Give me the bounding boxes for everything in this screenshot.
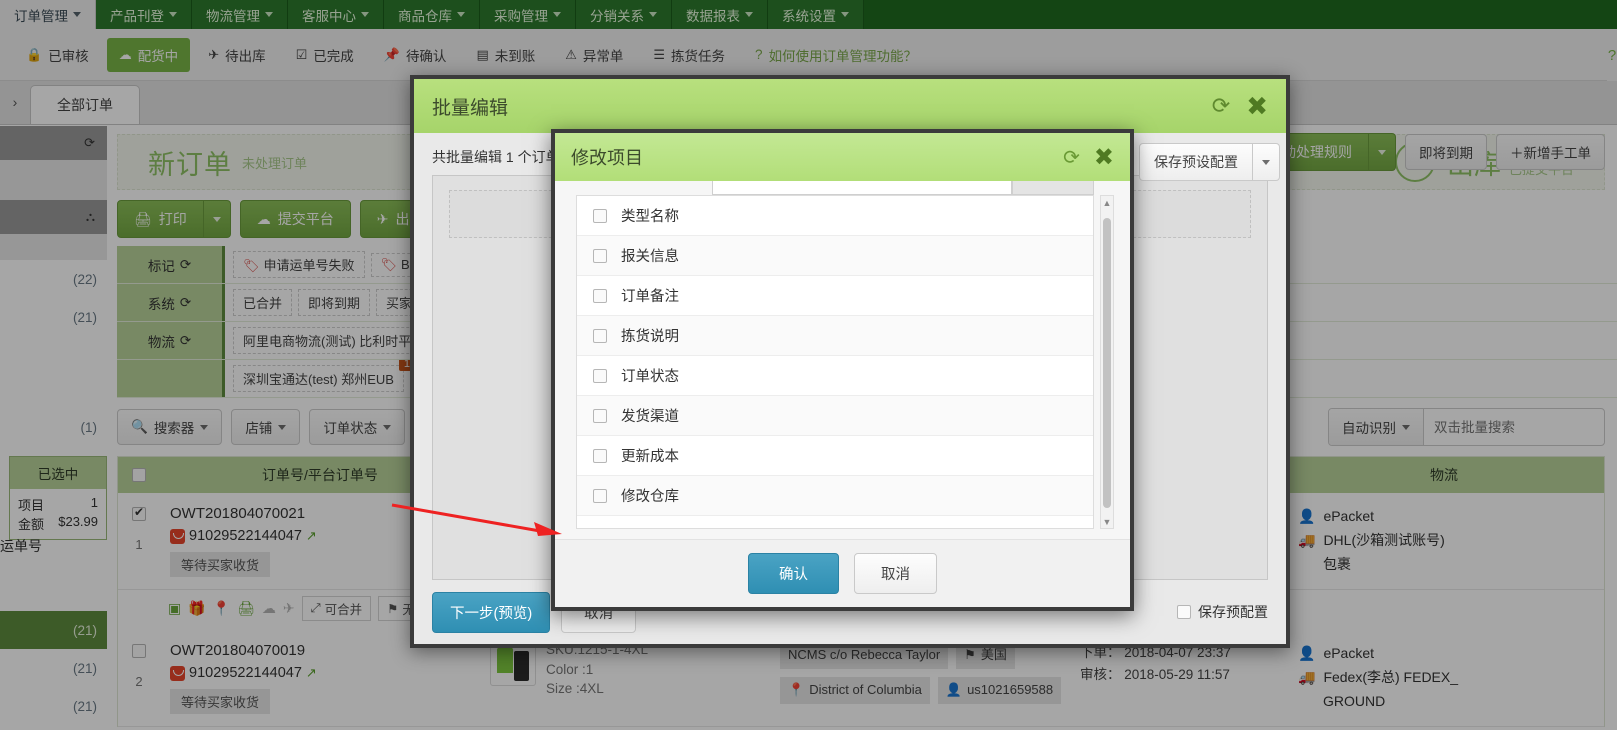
save-preset-config-dropdown[interactable]: 保存预设配置 (1139, 143, 1280, 181)
modify-item-label: 更新成本 (621, 449, 679, 465)
modify-item-checkbox[interactable] (593, 448, 607, 463)
modify-item-4[interactable]: 订单状态 (577, 356, 1093, 396)
close-icon[interactable]: ✖ (1246, 91, 1268, 122)
scroll-up-icon[interactable]: ▲ (1101, 196, 1113, 209)
save-preset-label: 保存预配置 (1198, 604, 1268, 620)
refresh-icon[interactable]: ⟳ (1212, 93, 1230, 119)
next-preview-button[interactable]: 下一步(预览) (432, 591, 551, 633)
save-preset-config-button[interactable]: 保存预设配置 (1139, 143, 1253, 181)
scrolled-off-search-row (576, 181, 1094, 195)
modify-item-label: 报关信息 (621, 249, 679, 265)
modify-items-scroll-area: 类型名称报关信息订单备注拣货说明订单状态发货渠道更新成本修改仓库重新下载产品图片… (555, 181, 1130, 539)
item-search-input[interactable] (712, 181, 1012, 195)
modify-item-label: 修改仓库 (621, 489, 679, 505)
modify-item-label: 订单状态 (621, 369, 679, 385)
batch-edit-modal-actions: ⟳ ✖ (1212, 91, 1268, 122)
confirm-button[interactable]: 确认 (748, 553, 839, 594)
modify-items-list: 类型名称报关信息订单备注拣货说明订单状态发货渠道更新成本修改仓库重新下载产品图片 (576, 195, 1094, 529)
modify-item-label: 订单备注 (621, 289, 679, 305)
modify-item-8[interactable]: 重新下载产品图片 (577, 516, 1093, 529)
chevron-down-icon (1262, 159, 1270, 165)
scrollbar-thumb[interactable] (1103, 218, 1111, 508)
modify-item-label: 类型名称 (621, 209, 679, 225)
modify-item-1[interactable]: 报关信息 (577, 236, 1093, 276)
refresh-icon[interactable]: ⟳ (1063, 145, 1080, 170)
item-search-button[interactable] (1012, 181, 1094, 195)
modify-item-checkbox[interactable] (593, 208, 607, 223)
modify-item-0[interactable]: 类型名称 (577, 196, 1093, 236)
batch-edit-modal-header: 批量编辑 ⟳ ✖ (414, 79, 1286, 133)
modify-item-label: 拣货说明 (621, 329, 679, 345)
modify-item-checkbox[interactable] (593, 288, 607, 303)
modify-item-checkbox[interactable] (595, 527, 605, 529)
modify-items-modal-title: 修改项目 (571, 148, 643, 168)
modify-item-checkbox[interactable] (593, 368, 607, 383)
modify-items-modal-actions: ⟳ ✖ (1063, 143, 1114, 172)
inner-cancel-button[interactable]: 取消 (854, 553, 937, 594)
modify-items-footer: 确认 取消 (555, 539, 1130, 607)
batch-edit-modal-title: 批量编辑 (432, 97, 509, 119)
save-preset-group[interactable]: 保存预配置 (1177, 602, 1268, 622)
modify-item-checkbox[interactable] (593, 328, 607, 343)
modify-item-label: 发货渠道 (621, 409, 679, 425)
modify-item-label: 重新下载产品图片 (621, 525, 737, 528)
modify-item-5[interactable]: 发货渠道 (577, 396, 1093, 436)
modify-items-modal-header: 修改项目 ⟳ ✖ (555, 133, 1130, 181)
modify-item-2[interactable]: 订单备注 (577, 276, 1093, 316)
modify-item-checkbox[interactable] (593, 488, 607, 503)
modify-items-modal: 修改项目 ⟳ ✖ 类型名称报关信息订单备注拣货说明订单状态发货渠道更新成本修改仓… (551, 129, 1134, 611)
save-preset-checkbox[interactable] (1177, 605, 1191, 619)
close-icon[interactable]: ✖ (1094, 143, 1114, 172)
modify-item-checkbox[interactable] (593, 408, 607, 423)
modify-item-7[interactable]: 修改仓库 (577, 476, 1093, 516)
modify-item-6[interactable]: 更新成本 (577, 436, 1093, 476)
scroll-down-icon[interactable]: ▼ (1101, 515, 1113, 528)
modify-items-scrollbar[interactable]: ▲ ▼ (1100, 195, 1114, 529)
modify-item-checkbox[interactable] (593, 248, 607, 263)
save-preset-config-caret[interactable] (1253, 143, 1280, 181)
modify-item-3[interactable]: 拣货说明 (577, 316, 1093, 356)
